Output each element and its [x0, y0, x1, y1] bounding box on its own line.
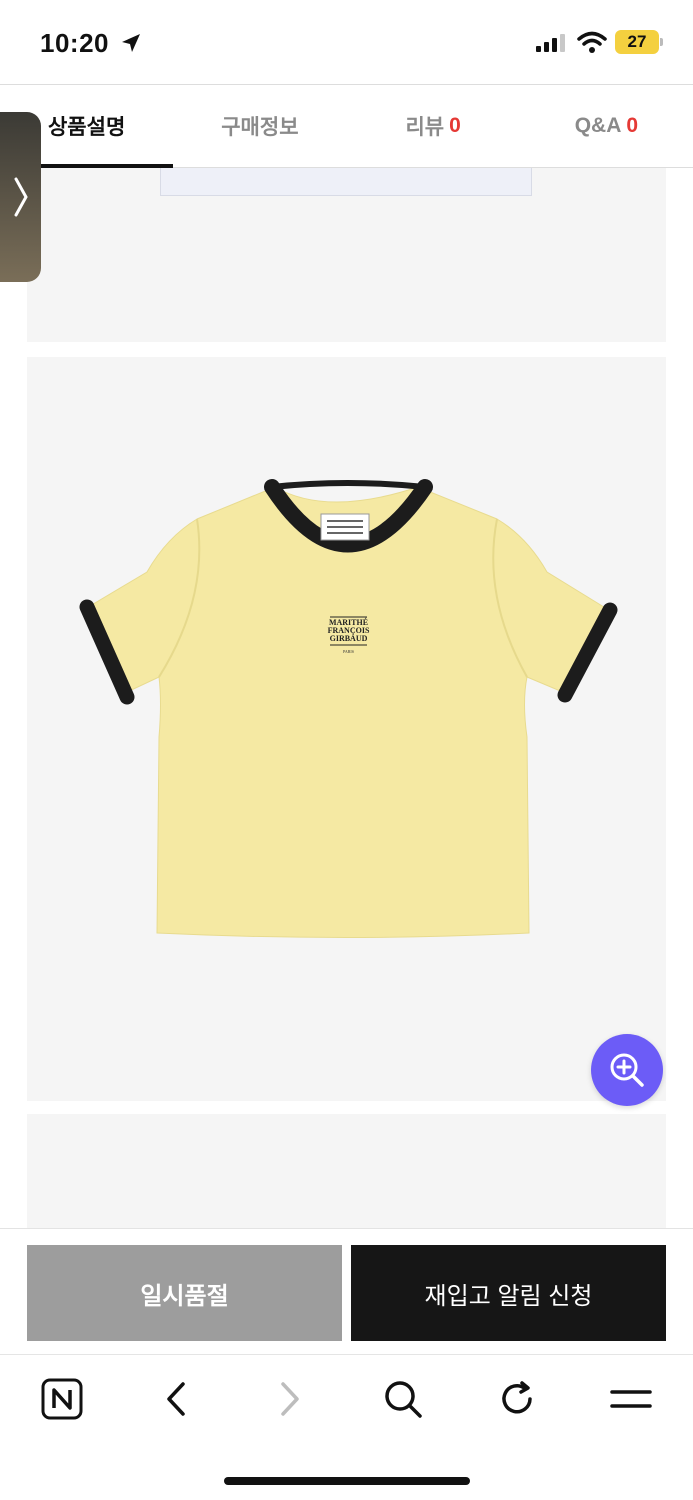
zoom-button[interactable]: [591, 1034, 663, 1106]
product-image-panel-prev: [27, 168, 666, 342]
product-image-panel[interactable]: MARITHÉ FRANÇOIS GIRBAUD PARIS: [27, 357, 666, 1101]
tab-label: Q&A: [574, 114, 622, 137]
home-indicator: [224, 1477, 470, 1485]
menu-icon: [610, 1390, 652, 1408]
restock-alert-button[interactable]: 재입고 알림 신청: [351, 1245, 666, 1341]
tab-purchase-info[interactable]: 구매정보: [173, 85, 346, 167]
review-count: 0: [449, 114, 461, 137]
tab-label: 구매정보: [221, 116, 299, 139]
search-icon: [385, 1381, 422, 1418]
yellow-tshirt-image: MARITHÉ FRANÇOIS GIRBAUD PARIS: [79, 479, 618, 938]
qna-count: 0: [626, 114, 639, 137]
wifi-icon: [577, 31, 607, 53]
zoom-in-icon: [610, 1053, 644, 1087]
back-icon: [167, 1382, 185, 1416]
brand-sub: PARIS: [343, 649, 354, 654]
status-bar: 10:20 27: [0, 0, 693, 84]
side-drawer-handle[interactable]: [0, 112, 41, 282]
chevron-right-icon: [14, 177, 28, 217]
refresh-button[interactable]: [495, 1377, 539, 1421]
location-arrow-icon: [122, 34, 140, 52]
refresh-icon: [502, 1381, 532, 1414]
menu-button[interactable]: [609, 1377, 653, 1421]
product-detail-content: MARITHÉ FRANÇOIS GIRBAUD PARIS: [0, 168, 693, 1228]
product-image-panel-next: [27, 1114, 666, 1228]
naver-home-button[interactable]: [40, 1377, 84, 1421]
product-tabs: 상품설명 구매정보 리뷰 0 Q&A 0: [0, 84, 693, 168]
search-button[interactable]: [381, 1377, 425, 1421]
tab-qna[interactable]: Q&A 0: [520, 85, 693, 167]
naver-icon: [41, 1378, 83, 1420]
back-button[interactable]: [154, 1377, 198, 1421]
tab-label: 상품설명: [47, 116, 126, 139]
purchase-action-bar: 일시품절 재입고 알림 신청: [0, 1228, 693, 1354]
soldout-button[interactable]: 일시품절: [27, 1245, 342, 1341]
battery-icon: 27: [615, 30, 663, 54]
forward-icon: [281, 1382, 299, 1416]
forward-button[interactable]: [268, 1377, 312, 1421]
brand-line-3: GIRBAUD: [330, 634, 368, 643]
status-time: 10:20: [40, 28, 109, 58]
white-shirt-hem: [160, 168, 532, 196]
tab-reviews[interactable]: 리뷰 0: [347, 85, 520, 167]
signal-icon: [536, 34, 565, 52]
tab-label: 리뷰: [405, 116, 445, 139]
